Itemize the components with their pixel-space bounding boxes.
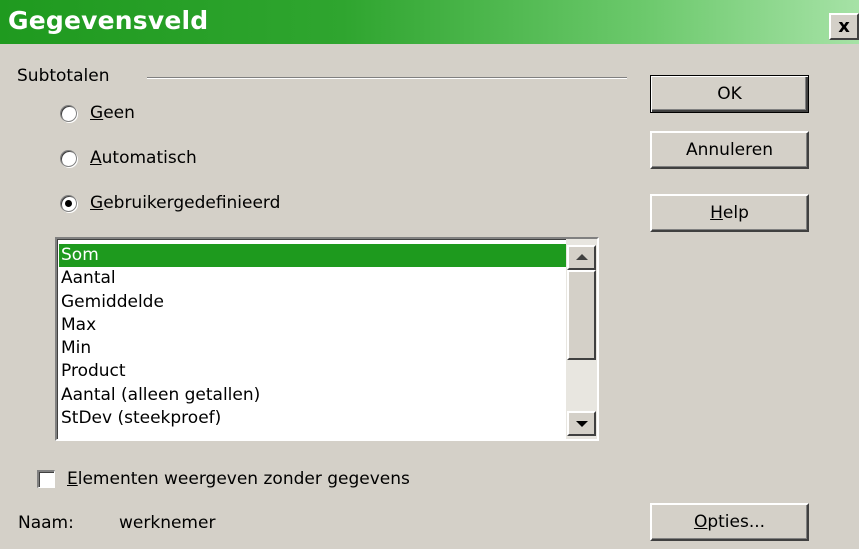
name-label: Naam:	[18, 513, 74, 533]
ok-button[interactable]: OK	[650, 75, 809, 113]
window-title: Gegevensveld	[8, 6, 209, 35]
list-item[interactable]: Aantal	[59, 267, 567, 290]
list-item[interactable]: Min	[59, 337, 567, 360]
arrow-down-icon	[576, 421, 588, 427]
scroll-thumb[interactable]	[567, 270, 596, 360]
arrow-up-icon	[576, 254, 588, 260]
radio-automatic-button[interactable]	[60, 149, 77, 167]
close-button[interactable]: x	[829, 13, 859, 40]
list-item[interactable]: Product	[59, 360, 567, 383]
list-item[interactable]: Som	[59, 244, 567, 268]
radio-none-label: Geen	[90, 103, 135, 123]
list-item[interactable]: StDev (steekproef)	[59, 407, 567, 430]
cancel-button-label: Annuleren	[686, 140, 773, 160]
radio-automatic[interactable]: Automatisch	[60, 148, 197, 168]
list-item[interactable]: Max	[59, 314, 567, 337]
radio-automatic-label: Automatisch	[90, 148, 197, 168]
name-value: werknemer	[119, 513, 216, 533]
scroll-up-button[interactable]	[567, 245, 596, 270]
list-item[interactable]: Aantal (alleen getallen)	[59, 384, 567, 407]
show-empty-checkbox[interactable]	[37, 470, 55, 488]
options-button-label: Opties...	[693, 512, 766, 532]
title-bar: Gegevensveld x	[0, 0, 859, 44]
radio-none[interactable]: Geen	[60, 103, 135, 123]
list-item[interactable]: Gemiddelde	[59, 291, 567, 314]
ok-button-label: OK	[717, 84, 742, 104]
close-icon: x	[838, 16, 850, 37]
show-empty-label: Elementen weergeven zonder gegevens	[67, 469, 410, 489]
cancel-button[interactable]: Annuleren	[650, 131, 809, 169]
function-listbox[interactable]: Som Aantal Gemiddelde Max Min Product Aa…	[55, 237, 599, 441]
options-button[interactable]: Opties...	[650, 503, 809, 541]
radio-user-defined-button[interactable]	[60, 194, 77, 212]
subtotals-group-label: Subtotalen	[17, 66, 110, 86]
help-button-label: Help	[710, 203, 749, 223]
help-button[interactable]: Help	[650, 194, 809, 232]
radio-none-button[interactable]	[60, 104, 77, 122]
list-scrollbar[interactable]	[566, 239, 597, 439]
show-empty-option[interactable]: Elementen weergeven zonder gegevens	[37, 469, 410, 489]
radio-user-defined-label: Gebruikergedefinieerd	[90, 193, 281, 213]
group-divider	[147, 77, 627, 79]
scroll-down-button[interactable]	[567, 411, 596, 436]
radio-user-defined[interactable]: Gebruikergedefinieerd	[60, 193, 280, 213]
